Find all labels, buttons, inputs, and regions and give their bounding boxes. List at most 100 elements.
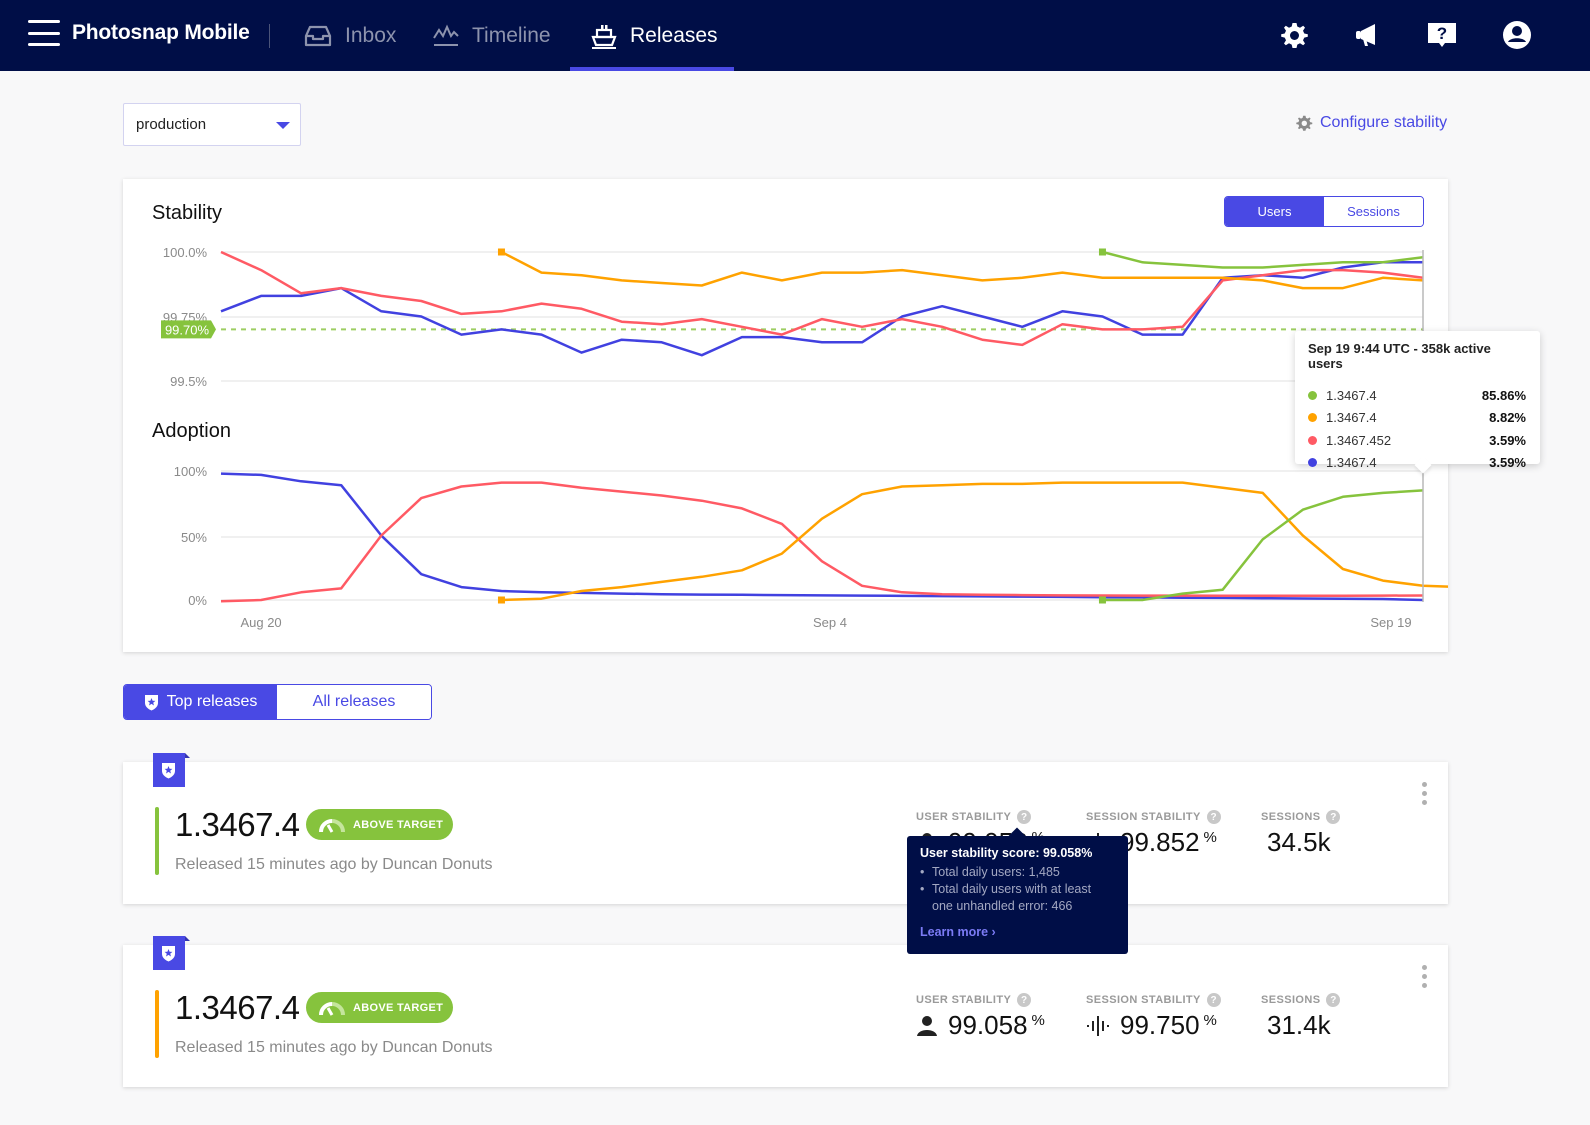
chart-hover-tooltip: Sep 19 9:44 UTC - 358k active users 1.34… <box>1295 331 1540 474</box>
tooltip-header: Sep 19 9:44 UTC - 358k active users <box>1308 341 1491 371</box>
series-start-marker <box>497 596 505 604</box>
top-release-flag <box>153 936 190 970</box>
sessions-metric: SESSIONS? 31.4k <box>1261 993 1341 1041</box>
release-subtitle: Released 15 minutes ago by Duncan Donuts <box>175 1039 493 1056</box>
tooltip-row: 1.3467.4 8.82% <box>1308 407 1526 430</box>
stability-adoption-card: 100.0% 99.75% 99.5% 99.70% 100% 50% 0% Aug 20 Se… <box>123 179 1448 652</box>
toggle-users[interactable]: Users <box>1225 197 1324 226</box>
user-stability-metric: USER STABILITY? 99.058% <box>916 993 1045 1041</box>
status-badge: ABOVE TARGET <box>306 809 453 840</box>
configure-stability-link[interactable]: Configure stability <box>1295 114 1447 132</box>
environment-value: production <box>136 116 207 133</box>
metric-label: SESSION STABILITY <box>1086 811 1201 823</box>
nav-tab-inbox[interactable]: Inbox <box>303 0 396 71</box>
series-line <box>500 250 1424 290</box>
megaphone-icon[interactable] <box>1353 20 1383 50</box>
metric-label: USER STABILITY <box>916 994 1012 1006</box>
learn-more-link[interactable]: Learn more › <box>920 925 1115 939</box>
metric-unit: % <box>1203 829 1217 846</box>
gauge-icon <box>319 1001 345 1016</box>
x-tick-label: Sep 19 <box>1370 615 1411 630</box>
stability-adoption-charts[interactable]: 100.0%99.75%99.5%99.70%100%50%0%Aug 20 Se… <box>123 179 1448 652</box>
session-waveform-icon <box>1087 1016 1109 1036</box>
more-options-icon[interactable] <box>1422 965 1430 988</box>
legend-dot-icon <box>1308 413 1317 423</box>
app-name[interactable]: Photosnap Mobile <box>72 21 250 45</box>
tooltip-release: 1.3467.4 <box>1326 410 1377 426</box>
series-line <box>220 250 1424 347</box>
metric-unit: % <box>1203 1012 1217 1029</box>
legend-dot-icon <box>1308 435 1317 445</box>
help-icon[interactable]: ? <box>1326 993 1341 1007</box>
metric-label: SESSION STABILITY <box>1086 994 1201 1006</box>
help-icon[interactable]: ? <box>1326 810 1341 824</box>
y-tick-label: 100% <box>174 464 208 479</box>
tab-all-releases[interactable]: All releases <box>277 685 431 719</box>
nav-divider <box>269 24 270 48</box>
shield-star-icon <box>162 946 175 962</box>
release-card[interactable]: 1.3467.4 ABOVE TARGET Released 15 minute… <box>123 936 1448 1087</box>
toggle-sessions[interactable]: Sessions <box>1324 197 1423 226</box>
release-version[interactable]: 1.3467.4 <box>175 806 300 844</box>
series-line <box>501 481 1448 602</box>
tab-top-releases[interactable]: Top releases <box>124 685 277 719</box>
metric-value: 34.5k <box>1267 827 1331 857</box>
tab-label: Top releases <box>166 693 258 710</box>
help-icon[interactable]: ? <box>1206 810 1221 824</box>
status-badge-label: ABOVE TARGET <box>353 1001 444 1014</box>
tooltip-row: 1.3467.4 85.86% <box>1308 384 1526 407</box>
series-line <box>220 261 1423 357</box>
metric-label: SESSIONS <box>1261 811 1321 823</box>
series-start-marker <box>1098 596 1106 604</box>
tooltip-bullet: Total daily users with at least one unha… <box>920 881 1115 915</box>
help-icon[interactable]: ? <box>1427 20 1457 50</box>
tooltip-value: 3.59% <box>1489 455 1526 471</box>
users-sessions-toggle: Users Sessions <box>1224 196 1424 227</box>
tooltip-value: 8.82% <box>1489 410 1526 426</box>
tooltip-value: 3.59% <box>1489 432 1526 448</box>
release-filter-tabs: Top releases All releases <box>123 684 432 720</box>
session-stability-metric: SESSION STABILITY? 99.750% <box>1086 993 1221 1041</box>
sessions-metric: SESSIONS? 34.5k <box>1261 810 1341 858</box>
user-icon <box>917 1016 937 1036</box>
environment-select[interactable]: production <box>123 103 301 146</box>
release-color-bar <box>155 990 159 1058</box>
tooltip-row: 1.3467.452 3.59% <box>1308 429 1526 452</box>
ship-icon <box>591 24 617 49</box>
legend-dot-icon <box>1308 458 1317 468</box>
metric-label: USER STABILITY <box>916 811 1012 823</box>
y-tick-label: 0% <box>188 593 207 608</box>
metric-unit: % <box>1031 1012 1045 1029</box>
status-badge: ABOVE TARGET <box>306 992 453 1023</box>
x-tick-label: Aug 20 <box>240 615 281 630</box>
shield-star-icon <box>162 763 175 779</box>
metric-label: SESSIONS <box>1261 994 1321 1006</box>
adoption-chart-title: Adoption <box>152 420 231 442</box>
nav-tab-label: Timeline <box>472 23 551 47</box>
user-stability-tooltip: User stability score: 99.058% Total dail… <box>907 836 1128 954</box>
release-card[interactable]: 1.3467.4 ABOVE TARGET Released 15 minute… <box>123 753 1448 904</box>
y-tick-label: 99.5% <box>170 374 207 389</box>
target-label: 99.70% <box>165 322 210 337</box>
user-account-icon[interactable] <box>1502 20 1532 50</box>
series-line <box>1102 250 1424 269</box>
series-line <box>1102 489 1424 602</box>
brand: Photosnap Mobile <box>28 20 250 46</box>
help-icon[interactable]: ? <box>1206 993 1221 1007</box>
release-version[interactable]: 1.3467.4 <box>175 989 300 1027</box>
tooltip-release: 1.3467.452 <box>1326 432 1392 448</box>
gauge-icon <box>319 818 345 833</box>
gear-icon[interactable] <box>1279 20 1309 50</box>
series-line <box>220 481 1424 603</box>
help-icon[interactable]: ? <box>1017 993 1032 1007</box>
gear-icon <box>1296 115 1313 131</box>
legend-dot-icon <box>1308 390 1317 400</box>
tooltip-bullet: Total daily users: 1,485 <box>920 864 1115 881</box>
nav-tab-releases[interactable]: Releases <box>570 0 734 71</box>
chevron-down-icon <box>276 122 290 129</box>
release-subtitle: Released 15 minutes ago by Duncan Donuts <box>175 856 493 873</box>
nav-tab-timeline[interactable]: Timeline <box>432 0 551 71</box>
help-icon[interactable]: ? <box>1017 810 1032 824</box>
more-options-icon[interactable] <box>1422 782 1430 805</box>
hamburger-menu-icon[interactable] <box>28 20 60 46</box>
